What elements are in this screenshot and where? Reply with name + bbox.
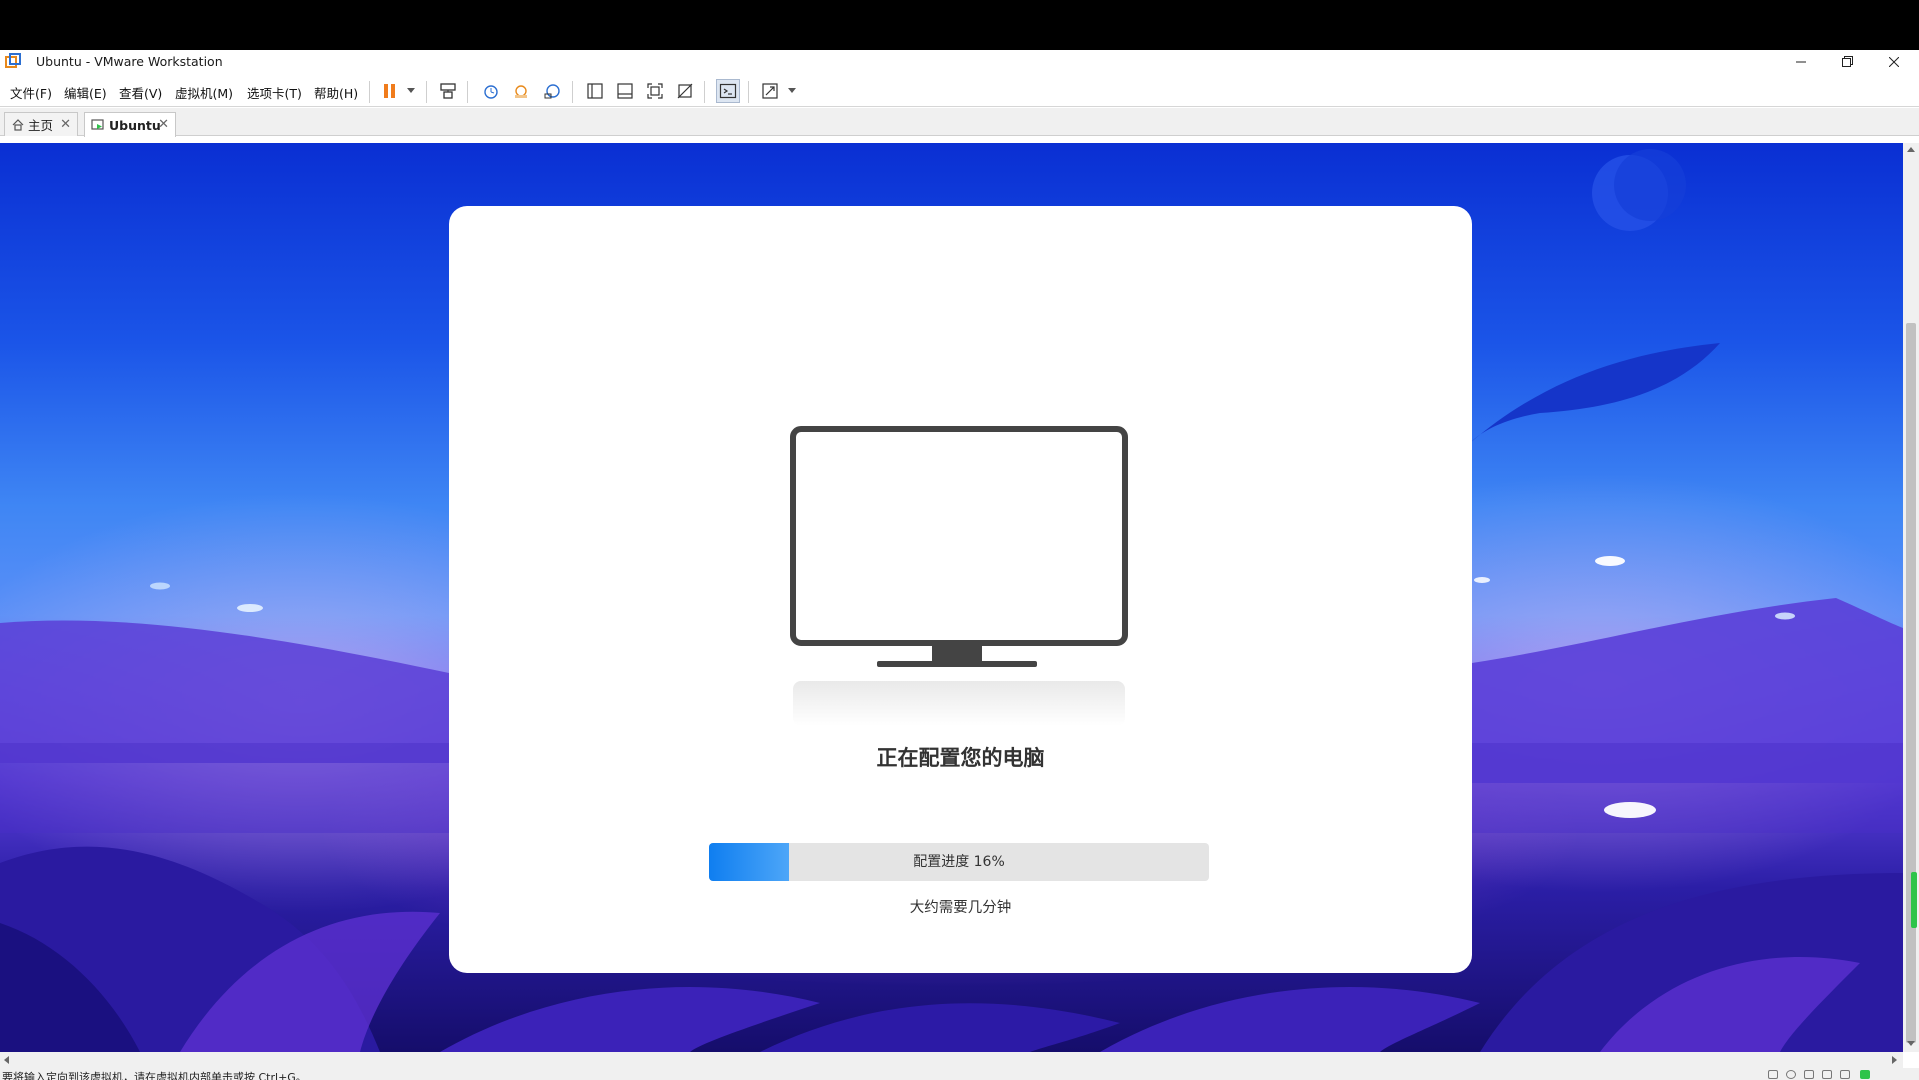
vm-display[interactable]: 正在配置您的电脑 配置进度 16% 大约需要几分钟 bbox=[0, 143, 1903, 1052]
sidebar-layout-icon bbox=[587, 83, 603, 99]
screen: Ubuntu - VMware Workstation 文件(F) 编辑(E) … bbox=[0, 0, 1919, 1080]
menu-file[interactable]: 文件(F) bbox=[10, 83, 52, 102]
pause-dropdown-caret[interactable] bbox=[407, 88, 415, 93]
device-sound-icon[interactable] bbox=[1840, 1070, 1850, 1079]
send-ctrl-alt-del-button[interactable] bbox=[437, 80, 459, 102]
scroll-up-arrow-icon[interactable] bbox=[1907, 147, 1915, 152]
tab-bar: 主页 ✕ Ubuntu ✕ bbox=[0, 108, 1919, 137]
show-library-button[interactable] bbox=[584, 80, 606, 102]
config-progress-label: 配置进度 16% bbox=[913, 854, 1005, 870]
device-cd-icon[interactable] bbox=[1786, 1070, 1796, 1079]
console-view-button[interactable] bbox=[716, 79, 740, 103]
fullscreen-button[interactable] bbox=[644, 80, 666, 102]
device-printer-icon[interactable] bbox=[1822, 1070, 1832, 1079]
unity-mode-button[interactable] bbox=[674, 80, 696, 102]
snapshot-manager-button[interactable] bbox=[541, 80, 563, 102]
status-message: 要将输入定向到该虚拟机，请在虚拟机内部单击或按 Ctrl+G。 bbox=[2, 1071, 307, 1080]
vmware-app-icon bbox=[5, 53, 21, 69]
menu-vm[interactable]: 虚拟机(M) bbox=[175, 83, 233, 102]
tab-home-close-icon[interactable]: ✕ bbox=[60, 117, 71, 132]
vm-tab-icon bbox=[91, 119, 104, 130]
keyboard-send-icon bbox=[440, 83, 456, 99]
configuring-title: 正在配置您的电脑 bbox=[876, 746, 1045, 770]
unity-disabled-icon bbox=[677, 83, 693, 99]
tab-ubuntu[interactable]: Ubuntu ✕ bbox=[84, 112, 176, 137]
toolbar-separator bbox=[426, 81, 427, 103]
scroll-left-arrow-icon[interactable] bbox=[4, 1056, 9, 1064]
status-bar: 要将输入定向到该虚拟机，请在虚拟机内部单击或按 Ctrl+G。 bbox=[0, 1068, 1919, 1080]
toolbar-separator bbox=[704, 81, 705, 103]
installer-dialog: 正在配置您的电脑 配置进度 16% 大约需要几分钟 bbox=[449, 206, 1472, 973]
title-bar[interactable]: Ubuntu - VMware Workstation bbox=[0, 50, 1919, 73]
menu-edit[interactable]: 编辑(E) bbox=[64, 83, 107, 102]
tab-ubuntu-label: Ubuntu bbox=[109, 117, 161, 133]
close-icon bbox=[1889, 56, 1899, 67]
snapshot-manager-icon bbox=[544, 84, 560, 99]
menu-toolbar: 文件(F) 编辑(E) 查看(V) 虚拟机(M) 选项卡(T) 帮助(H) bbox=[0, 73, 1919, 107]
tab-ubuntu-close-icon[interactable]: ✕ bbox=[158, 117, 169, 132]
tab-home-label: 主页 bbox=[28, 118, 54, 133]
eta-text: 大约需要几分钟 bbox=[909, 900, 1012, 916]
revert-snapshot-button[interactable] bbox=[510, 80, 532, 102]
menu-tabs[interactable]: 选项卡(T) bbox=[247, 83, 302, 102]
snapshot-button[interactable] bbox=[480, 80, 502, 102]
restore-button[interactable] bbox=[1824, 50, 1870, 73]
revert-snapshot-icon bbox=[515, 85, 527, 98]
bottom-panel-layout-icon bbox=[617, 83, 633, 99]
menu-help[interactable]: 帮助(H) bbox=[314, 83, 358, 102]
home-icon bbox=[12, 118, 24, 131]
toolbar-separator bbox=[369, 81, 370, 103]
close-button[interactable] bbox=[1871, 50, 1917, 73]
minimize-button[interactable] bbox=[1778, 50, 1824, 73]
terminal-icon bbox=[719, 83, 737, 99]
pause-button[interactable] bbox=[379, 80, 401, 102]
horizontal-scrollbar[interactable] bbox=[0, 1052, 1903, 1068]
show-thumbnail-bar-button[interactable] bbox=[614, 80, 636, 102]
fullscreen-icon bbox=[647, 83, 663, 99]
device-status-icon[interactable] bbox=[1860, 1070, 1870, 1079]
activity-indicator bbox=[1911, 872, 1917, 928]
menu-view[interactable]: 查看(V) bbox=[119, 83, 162, 102]
device-network-icon[interactable] bbox=[1804, 1070, 1814, 1079]
restore-icon bbox=[1841, 56, 1853, 67]
vmware-window: Ubuntu - VMware Workstation 文件(F) 编辑(E) … bbox=[0, 50, 1919, 1080]
stretch-guest-button[interactable] bbox=[759, 80, 781, 102]
toolbar-separator bbox=[572, 81, 573, 103]
tab-home[interactable]: 主页 ✕ bbox=[4, 112, 78, 136]
toolbar-separator bbox=[748, 81, 749, 103]
pause-icon bbox=[384, 84, 395, 98]
vertical-scroll-thumb[interactable] bbox=[1906, 323, 1916, 1043]
toolbar-separator bbox=[467, 81, 468, 103]
scroll-down-arrow-icon[interactable] bbox=[1907, 1041, 1915, 1046]
snapshot-clock-icon bbox=[484, 85, 498, 99]
config-progress-bar: 配置进度 16% bbox=[709, 843, 1209, 881]
stretch-icon bbox=[762, 83, 778, 99]
monitor-icon bbox=[790, 426, 1128, 726]
stretch-dropdown-caret[interactable] bbox=[788, 88, 796, 93]
device-hdd-icon[interactable] bbox=[1768, 1070, 1778, 1079]
scroll-right-arrow-icon[interactable] bbox=[1892, 1056, 1897, 1064]
minimize-icon bbox=[1796, 61, 1806, 62]
window-title: Ubuntu - VMware Workstation bbox=[36, 54, 223, 69]
